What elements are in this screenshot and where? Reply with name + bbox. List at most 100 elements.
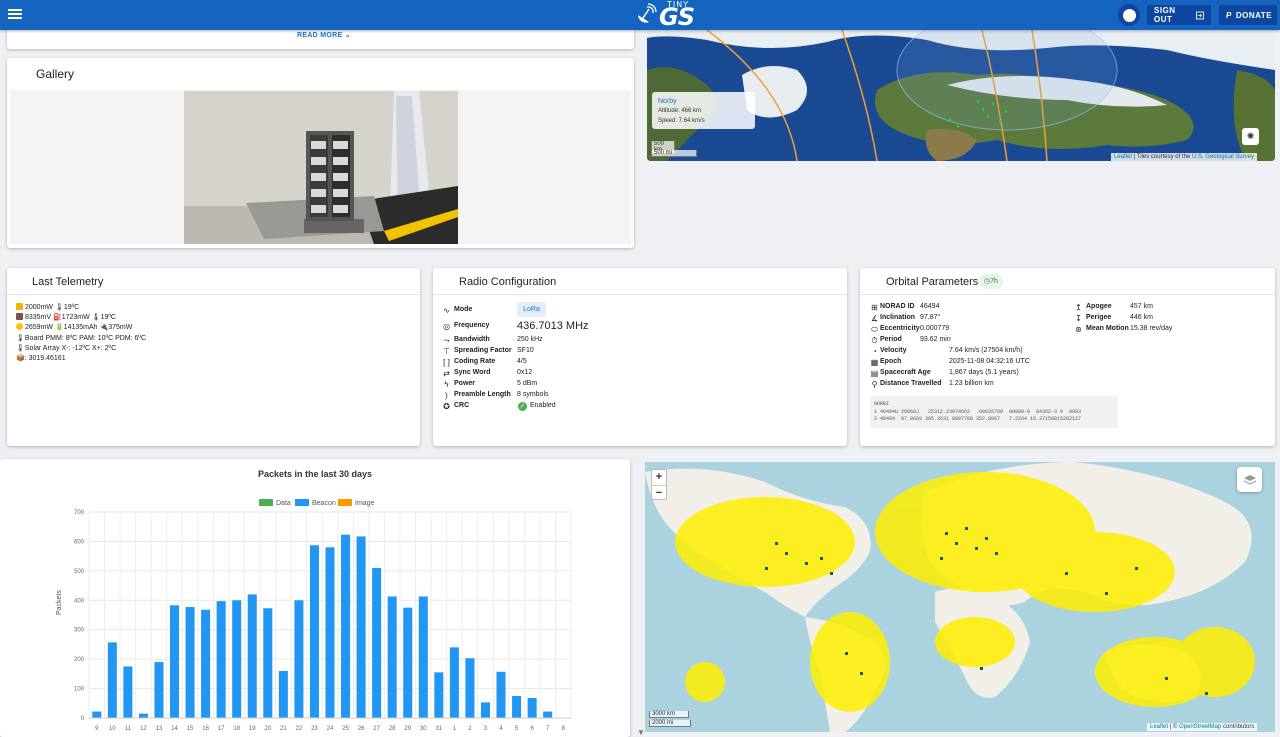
bar [123, 666, 133, 718]
apogee-icon: ↥ [1075, 303, 1082, 312]
voltage-icon [16, 313, 23, 320]
battery-icon [16, 303, 23, 310]
bandwidth-value: 250 kHz [517, 336, 543, 343]
x-tick-label: 7 [546, 726, 550, 732]
packets-bar-chart: 01002003004005006007009 10 11 12 13 14 15 16 17 1… [74, 510, 572, 732]
bar [185, 607, 195, 718]
coverage-attribution: Leaflet | © OpenStreetMap contributors [1147, 723, 1258, 731]
crc-label: CRC [454, 402, 470, 409]
bar [154, 662, 164, 718]
eccentricity-label: Eccentricity [880, 325, 920, 332]
sign-out-button[interactable]: SIGN OUT [1147, 5, 1211, 25]
mode-chip: LoRa [517, 302, 546, 317]
zoom-out-button[interactable]: − [652, 485, 666, 500]
bar [232, 600, 242, 718]
x-tick-label: 10 [109, 726, 116, 732]
read-more-link[interactable]: READ MORE ⌄ [297, 31, 351, 39]
telemetry-row: 📦: 3019.46161 [16, 355, 66, 362]
y-tick-label: 300 [74, 628, 85, 634]
velocity-label: Velocity [880, 347, 907, 354]
apogee-label: Apogee [1086, 303, 1112, 310]
x-tick-label: 29 [404, 726, 411, 732]
x-tick-label: 14 [171, 726, 178, 732]
tracker-attrib-usgs[interactable]: U.S. Geological Survey [1192, 154, 1254, 160]
y-tick-label: 400 [74, 598, 85, 604]
bar [356, 536, 366, 718]
timer-icon: ⏱ [871, 336, 878, 345]
telemetry-row: 2659mW 🔋14135mAh 🔌375mW [16, 323, 132, 331]
bar [403, 607, 413, 718]
x-tick-label: 4 [499, 726, 503, 732]
telemetry-row: 2000mW 🌡19ºC [16, 303, 79, 311]
x-tick-label: 28 [389, 726, 396, 732]
spreading-factor-label: Spreading Factor [454, 347, 512, 354]
bar [92, 711, 102, 718]
check-circle-icon: ✓ [518, 402, 527, 411]
tracker-attrib-text: | Tiles courtesy of the [1132, 154, 1192, 160]
angle-icon: ∡ [870, 314, 879, 323]
bar [247, 594, 257, 718]
bar [325, 547, 335, 718]
power-value: 5 dBm [517, 380, 538, 387]
wave-icon: ∿ [443, 306, 450, 315]
tracker-attrib-leaflet[interactable]: Leaflet [1114, 154, 1132, 160]
epoch-label: Epoch [880, 358, 902, 365]
y-tick-label: 0 [81, 716, 85, 722]
tinygs-logo[interactable]: TINY GS [633, 0, 695, 31]
popup-satellite-name[interactable]: Norby [658, 96, 749, 107]
perigee-icon: ↧ [1075, 314, 1082, 323]
popup-altitude: Altitude: 466 km [658, 108, 702, 115]
frequency-icon: ◎ [443, 322, 450, 331]
calendar-icon: ▦ [870, 358, 879, 367]
map-marker-distance-icon: ⚲ [871, 380, 878, 389]
mean-motion-label: Mean Motion [1086, 325, 1129, 332]
donate-button[interactable]: P DONATE [1219, 5, 1277, 25]
radio-title: Radio Configuration [459, 276, 557, 288]
station-coverage-map[interactable] [645, 462, 1275, 732]
telemetry-row: 🌡Board PMM: 8ºC PAM: 10ºC PDM: 6ºC [16, 335, 147, 342]
tle-block[interactable]: NORBI 1 46494U 20068J 25312.23074662 .00… [870, 396, 1118, 428]
logout-icon [1196, 11, 1204, 19]
x-tick-label: 9 [95, 726, 99, 732]
bar [278, 670, 288, 718]
scroll-down-icon[interactable]: ▼ [637, 728, 645, 737]
paypal-icon: P [1226, 10, 1232, 20]
bar [543, 711, 553, 718]
inclination-value: 97.87° [920, 314, 941, 321]
x-tick-label: 26 [358, 726, 365, 732]
menu-icon[interactable] [8, 7, 22, 21]
sync-word-label: Sync Word [454, 369, 491, 376]
norad-value: 46494 [920, 303, 940, 310]
zoom-in-button[interactable]: + [652, 470, 666, 485]
map-zoom-control: + − [651, 469, 667, 500]
x-tick-label: 2 [468, 726, 472, 732]
bandwidth-icon: ⤳ [443, 336, 450, 345]
spreading-factor-value: SF10 [517, 347, 534, 354]
tle-age-badge: ◷7h [979, 274, 1003, 289]
layers-icon[interactable] [1237, 467, 1262, 492]
bar [387, 596, 397, 718]
telemetry-card: Last Telemetry [7, 268, 420, 446]
satellite-popup: Norby Altitude: 466 km Speed: 7.64 km/s [652, 92, 755, 129]
bar [496, 671, 506, 718]
x-tick-label: 23 [311, 726, 318, 732]
radio-config-card: Radio Configuration [433, 268, 847, 446]
telemetry-row: 8335mV ⛽1723mW 🌡19ºC [16, 313, 116, 321]
bar [418, 596, 428, 718]
x-tick-label: 31 [435, 726, 442, 732]
coverage-attrib-leaflet[interactable]: Leaflet [1150, 724, 1168, 730]
y-tick-label: 700 [74, 510, 85, 516]
x-tick-label: 24 [327, 726, 334, 732]
coverage-attrib-osm[interactable]: OpenStreetMap [1179, 724, 1221, 730]
period-label: Period [880, 336, 902, 343]
bar [372, 567, 382, 718]
map-settings-icon[interactable]: ✺ [1242, 128, 1259, 145]
y-tick-label: 600 [74, 539, 85, 545]
crc-value: Enabled [530, 402, 556, 409]
sun-icon [16, 323, 23, 330]
preamble-value: 8 symbols [517, 391, 549, 398]
gallery-title: Gallery [36, 67, 75, 81]
mean-motion-value: 15.38 rev/day [1130, 325, 1173, 332]
bar [216, 601, 226, 718]
account-icon[interactable] [1118, 4, 1140, 26]
